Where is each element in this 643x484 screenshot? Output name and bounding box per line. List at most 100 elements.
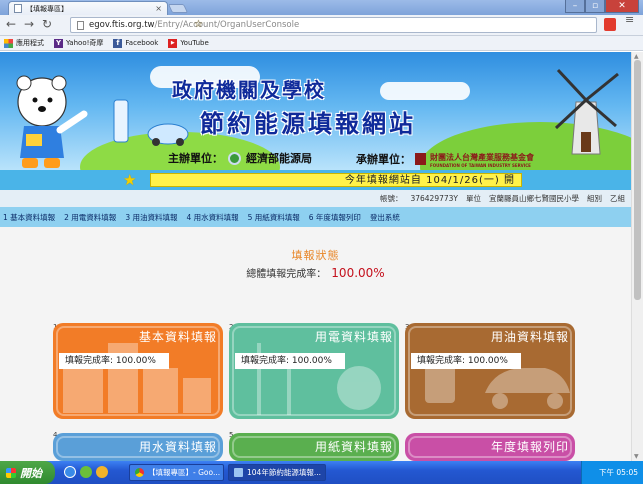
sponsor-name: 經濟部能源局 [246,152,312,165]
nav-annual-print[interactable]: 6 年度填報列印 [309,212,361,223]
page-scrollbar[interactable]: ▲ ▼ [631,52,643,461]
taskbar-item-chrome[interactable]: 【填報專區】- Goo... [129,464,224,481]
card-title: 用電資料填報 [314,330,393,344]
status-title: 填報狀態 [291,249,340,262]
nav-water[interactable]: 4 用水資料填報 [186,212,238,223]
organizer-name-block: 財團法人台灣產業服務基金會 FOUNDATION OF TAIWAN INDUS… [430,150,534,168]
nav-oil[interactable]: 3 用油資料填報 [125,212,177,223]
organizer-name: 財團法人台灣產業服務基金會 [430,153,534,162]
bookmark-label: 應用程式 [16,39,44,47]
sponsor: 主辦單位： 經濟部能源局 [168,150,312,166]
bookmark-apps[interactable]: 應用程式 [4,38,44,48]
nav-logout[interactable]: 登出系統 [370,212,400,223]
card-oil[interactable]: 用油資料填報 填報完成率: 100.00% [405,323,575,419]
scroll-up-icon[interactable]: ▲ [634,53,639,60]
address-bar[interactable]: egov.ftis.org.tw/Entry/Account/OrganUser… [70,17,597,33]
taskbar-item-window[interactable]: 104年節約能源填報... [228,464,326,481]
windows-taskbar: 開始 【填報專區】- Goo... 104年節約能源填報... 下午 05:05 [0,461,643,484]
page-icon [14,4,22,13]
bookmark-youtube[interactable]: ▶ YouTube [168,38,209,48]
reload-icon[interactable]: ↻ [40,18,54,32]
card-rate: 填報完成率: 100.00% [59,353,169,369]
notice-marquee: 今年填報網站自 104/1/26(一) 開 [150,173,522,187]
system-tray: 下午 05:05 [581,461,643,484]
nav-basic-data[interactable]: 1 基本資料填報 [3,212,55,223]
card-electricity[interactable]: 用電資料填報 填報完成率: 100.00% [229,323,399,419]
bookmark-label: Yahoo!奇摩 [66,39,104,47]
tab-close-icon[interactable]: × [155,4,162,13]
document-icon [77,20,84,30]
card-title: 年度填報列印 [490,440,569,454]
cloud-decoration [380,82,470,100]
organizer-logo-icon [415,153,426,165]
card-rate: 填報完成率: 100.00% [235,353,345,369]
close-window-button[interactable]: ✕ [605,0,639,13]
star-icon: ★ [123,171,137,189]
card-rate: 填報完成率: 100.00% [411,353,521,369]
site-banner: 政府機關及學校 節約能源填報網站 主辦單位： 經濟部能源局 承辦單位： 財團法人… [0,52,631,170]
account-info-bar: 帳號： 376429773Y 單位 宜蘭縣員山鄉七賢國民小學 組別 乙組 [0,190,631,207]
extension-icon[interactable] [604,18,616,31]
card-title: 用紙資料填報 [314,440,393,454]
clock[interactable]: 下午 05:05 [599,467,638,478]
main-nav: 1 基本資料填報 2 用電資料填報 3 用油資料填報 4 用水資料填報 5 用紙… [0,207,631,227]
back-icon[interactable]: ← [4,18,18,32]
menu-icon[interactable]: ≡ [625,14,635,25]
tab-title: 【填報專區】 [26,4,68,13]
new-tab-button[interactable] [167,4,189,13]
windows-logo-icon [6,467,16,478]
sponsor-label: 主辦單位： [168,152,223,165]
site-title-line2: 節約能源填報網站 [200,110,416,138]
organizer: 承辦單位： 財團法人台灣產業服務基金會 FOUNDATION OF TAIWAN… [356,150,534,168]
notice-bar: ★ 今年填報網站自 104/1/26(一) 開 [0,170,631,190]
organizer-subtitle: FOUNDATION OF TAIWAN INDUSTRY SERVICE [430,163,531,168]
nav-paper[interactable]: 5 用紙資料填報 [248,212,300,223]
card-annual-print[interactable]: 年度填報列印 [405,433,575,461]
account-label: 帳號： [379,194,403,203]
card-water[interactable]: 用水資料填報 [53,433,223,461]
card-title: 用油資料填報 [490,330,569,344]
ie-quicklaunch-icon[interactable] [64,466,76,478]
bookmark-label: Facebook [125,39,159,47]
bookmarks-bar: 應用程式 Y Yahoo!奇摩 f Facebook ▶ YouTube [0,36,643,51]
scroll-down-icon[interactable]: ▼ [634,453,639,460]
bookmark-label: YouTube [180,39,209,47]
overall-completion-label: 總體填報完成率： [246,269,327,280]
browser-titlebar: 【填報專區】 × – ▫ ✕ [0,0,643,15]
card-paper[interactable]: 用紙資料填報 [229,433,399,461]
facebook-icon: f [113,38,123,48]
group-value: 乙組 [610,194,625,203]
start-button[interactable]: 開始 [0,461,55,484]
start-label: 開始 [20,466,42,480]
bookmark-facebook[interactable]: f Facebook [113,38,159,48]
group-label: 組別 [587,194,602,203]
overall-completion-value: 100.00% [331,266,385,280]
windmill-icon [554,68,619,155]
minimize-button[interactable]: – [565,0,585,13]
url-host: egov.ftis.org.tw [89,20,155,30]
nav-electricity[interactable]: 2 用電資料填報 [64,212,116,223]
mascot-bear-icon [16,75,88,168]
bookmark-star-icon[interactable]: ☆ [194,19,592,30]
browser-toolbar: ← → ↻ egov.ftis.org.tw/Entry/Account/Org… [0,14,643,36]
unit-label: 單位 [466,194,481,203]
card-title: 用水資料填報 [138,440,217,454]
folder-quicklaunch-icon[interactable] [96,466,108,478]
card-basic-data[interactable]: 基本資料填報 填報完成率: 100.00% [53,323,223,419]
account-value: 376429773Y [410,194,458,203]
site-title-line1: 政府機關及學校 [172,78,326,102]
card-title: 基本資料填報 [138,330,217,344]
browser-tab[interactable]: 【填報專區】 × [8,1,168,15]
overall-completion: 總體填報完成率： 100.00% [0,265,631,280]
scrollbar-thumb[interactable] [634,60,641,300]
maximize-button[interactable]: ▫ [585,0,605,13]
organizer-label: 承辦單位： [356,153,411,166]
window-controls: – ▫ ✕ [565,0,639,13]
task-label: 【填報專區】- Goo... [148,468,221,477]
forward-icon[interactable]: → [22,18,36,32]
yahoo-icon: Y [54,38,63,48]
quicklaunch-icon[interactable] [80,466,92,478]
bookmark-yahoo[interactable]: Y Yahoo!奇摩 [54,38,103,48]
task-label: 104年節約能源填報... [247,468,321,477]
youtube-icon: ▶ [168,38,178,48]
